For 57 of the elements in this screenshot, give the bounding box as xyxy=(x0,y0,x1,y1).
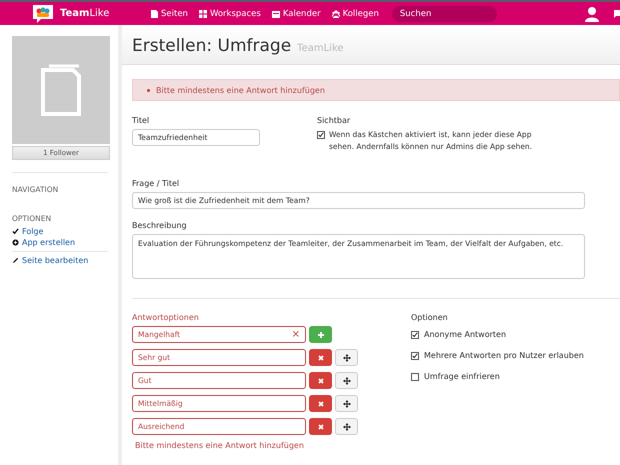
error-message: Bitte mindestens eine Antwort hinzufügen xyxy=(135,441,305,450)
move-button[interactable] xyxy=(335,372,358,389)
logo-icon[interactable] xyxy=(32,4,54,24)
delete-button[interactable] xyxy=(309,418,332,435)
close-icon xyxy=(316,422,324,430)
brand-name[interactable]: TeamLike xyxy=(60,8,150,19)
alert-message: Bitte mindestens eine Antwort hinzufügen xyxy=(156,86,325,94)
checkbox[interactable] xyxy=(411,352,419,360)
move-icon xyxy=(342,354,350,362)
close-icon xyxy=(316,376,324,384)
checkbox-label: Anonyme Antworten xyxy=(424,330,506,339)
bullet-icon xyxy=(147,88,150,92)
move-button[interactable] xyxy=(335,418,358,435)
move-icon xyxy=(342,400,350,408)
checkbox-label: Mehrere Antworten pro Nutzer erlauben xyxy=(424,351,584,360)
document-icon xyxy=(39,64,83,116)
nav-link[interactable]: Kollegen xyxy=(332,8,379,18)
chat-icon[interactable] xyxy=(612,8,620,20)
sidebar-link[interactable]: Seite bearbeiten xyxy=(12,255,108,266)
user-icon[interactable] xyxy=(584,6,600,22)
add-button[interactable] xyxy=(309,326,332,343)
move-icon xyxy=(342,376,350,384)
delete-button[interactable] xyxy=(309,372,332,389)
people-icon xyxy=(332,10,340,18)
sidebar-link[interactable]: Folge xyxy=(12,226,108,237)
page-icon xyxy=(150,10,158,18)
field-label: Optionen xyxy=(411,313,449,322)
check-icon xyxy=(12,228,19,235)
field-label: Titel xyxy=(132,116,150,125)
sidebar-link[interactable]: App erstellen xyxy=(12,237,108,248)
clear-button[interactable]: × xyxy=(292,329,300,340)
nav-link[interactable]: Seiten xyxy=(150,8,188,18)
delete-button[interactable] xyxy=(309,395,332,412)
page-title: Erstellen: Umfrage xyxy=(132,36,292,56)
checkbox[interactable] xyxy=(317,131,325,139)
delete-button[interactable] xyxy=(309,349,332,366)
search-field[interactable]: Suchen xyxy=(392,6,497,22)
field-label: Frage / Titel xyxy=(132,179,180,188)
checkbox[interactable] xyxy=(411,330,419,338)
page-subtitle: TeamLike xyxy=(297,43,344,54)
grid-icon xyxy=(198,10,207,18)
move-button[interactable] xyxy=(335,349,358,366)
plus-circle-icon xyxy=(12,239,19,246)
close-icon xyxy=(316,400,324,408)
plus-icon xyxy=(316,330,324,338)
close-icon xyxy=(316,354,324,362)
nav-link[interactable]: Kalender xyxy=(272,8,321,18)
checkbox[interactable] xyxy=(411,372,419,380)
move-button[interactable] xyxy=(335,395,358,412)
nav-link[interactable]: Workspaces xyxy=(198,8,261,18)
move-icon xyxy=(342,422,350,430)
field-label: Beschreibung xyxy=(132,221,188,230)
calendar-icon xyxy=(272,10,280,18)
checkbox-label: Umfrage einfrieren xyxy=(424,372,500,381)
pencil-icon xyxy=(12,257,19,264)
field-label: Sichtbar xyxy=(317,116,352,125)
field-label: Antwortoptionen xyxy=(132,313,200,322)
